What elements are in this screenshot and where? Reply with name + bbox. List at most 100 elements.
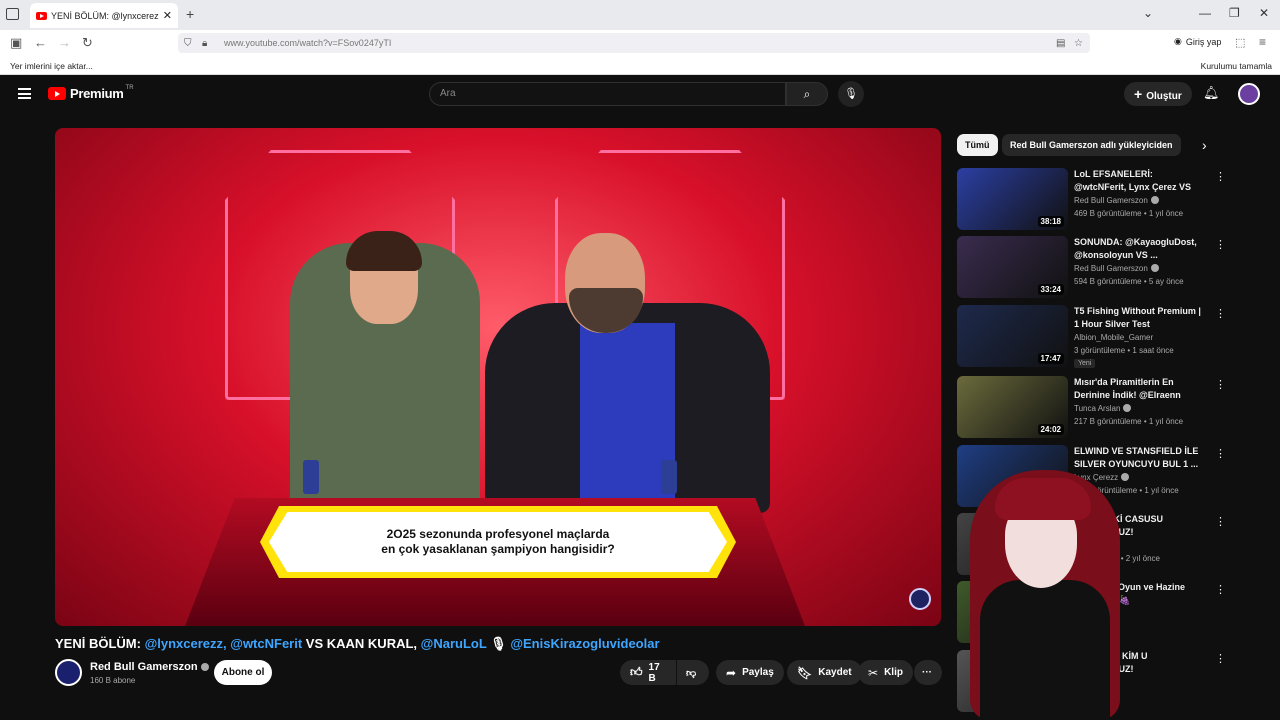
address-bar[interactable]: ⛉ 🔒︎ www.youtube.com/watch?v=FSov0247yTI… <box>178 33 1090 53</box>
recommendation-item[interactable]: 38:18 LoL EFSANELERİ: @wtcNFerit, Lynx Çe… <box>957 168 1226 232</box>
recommendation-title[interactable]: Mısır'da Piramitlerin En Derinine İndik!… <box>1074 376 1206 402</box>
recommendation-channel[interactable]: Red Bull Gamerszon <box>1074 264 1159 273</box>
recommendation-channel-name: Tunca Arslan <box>1074 404 1121 413</box>
more-vert-icon[interactable]: ⋮ <box>1215 652 1226 665</box>
create-button[interactable]: + Oluştur <box>1124 82 1192 106</box>
recommendation-title[interactable]: LoL EFSANELERİ: @wtcNFerit, Lynx Çerez V… <box>1074 168 1206 194</box>
question-line-1: 2O25 sezonunda profesyonel maçlarda <box>386 527 610 541</box>
recommendation-thumbnail[interactable]: 33:24 <box>957 236 1068 298</box>
youtube-favicon-icon <box>36 11 47 20</box>
more-vert-icon[interactable]: ⋮ <box>1215 170 1226 183</box>
bookmark-star-icon[interactable]: ☆ <box>1074 38 1083 49</box>
thumbs-up-icon: 👍︎ <box>630 665 643 679</box>
forward-button[interactable]: → <box>58 35 71 50</box>
verified-icon <box>1150 264 1159 272</box>
youtube-play-icon <box>48 87 66 100</box>
voice-search-button[interactable]: 🎙︎ <box>838 81 864 107</box>
reload-button[interactable]: ↻ <box>82 35 93 51</box>
recommendation-channel[interactable]: Red Bull Gamerszon <box>1074 196 1159 205</box>
install-complete-link[interactable]: Kurulumu tamamla <box>1201 61 1272 71</box>
recommendation-channel[interactable]: Albion_Mobile_Gamer <box>1074 333 1153 342</box>
extensions-icon[interactable]: ⬚ <box>1235 36 1245 49</box>
recommendation-thumbnail[interactable]: 24:02 <box>957 376 1068 438</box>
subscribe-button[interactable]: Abone ol <box>214 660 272 685</box>
subscriber-count: 160 B abone <box>90 676 136 685</box>
bookmark-icon: 🔖︎ <box>797 665 813 680</box>
reader-view-icon[interactable]: ▤ <box>1056 38 1065 49</box>
recommendation-thumbnail[interactable]: 17:47 <box>957 305 1068 367</box>
search-input[interactable]: Ara <box>429 82 786 106</box>
search-button[interactable]: ⌕ <box>786 82 828 106</box>
recommendation-item[interactable]: 24:02 Mısır'da Piramitlerin En Derinine İ… <box>957 376 1226 440</box>
scissors-icon: ✂ <box>868 665 879 680</box>
sidebar-icon[interactable]: ▣ <box>10 35 22 51</box>
channel-watermark[interactable] <box>909 588 931 610</box>
vtuber-bangs <box>995 478 1091 520</box>
video-player[interactable]: 2O25 sezonunda profesyonel maçlarda en ço… <box>55 128 941 626</box>
create-label: Oluştur <box>1146 91 1182 102</box>
chevron-right-icon[interactable]: › <box>1202 137 1207 153</box>
dislike-button[interactable]: 👎︎ <box>677 660 709 685</box>
browser-tab[interactable]: YENİ BÖLÜM: @lynxcerezz, @w ✕ <box>30 3 178 28</box>
channel-avatar[interactable] <box>55 659 82 686</box>
lock-icon[interactable]: 🔒︎ <box>202 38 207 49</box>
signin-button[interactable]: ◉ Giriş yap <box>1174 36 1221 47</box>
title-mention-eniskirazoglu[interactable]: @EnisKirazogluvideolar <box>510 636 659 651</box>
menu-icon[interactable]: ≡ <box>1259 35 1266 49</box>
vtuber-overlay <box>950 460 1145 720</box>
title-mention-narulol[interactable]: @NaruLoL <box>421 636 487 651</box>
recommendation-channel-name: Red Bull Gamerszon <box>1074 196 1148 205</box>
back-button[interactable]: ← <box>34 35 47 50</box>
duration-badge: 24:02 <box>1037 424 1064 435</box>
more-vert-icon[interactable]: ⋮ <box>1215 447 1226 460</box>
clip-button[interactable]: ✂ Klip <box>858 660 913 685</box>
more-vert-icon[interactable]: ⋮ <box>1215 238 1226 251</box>
list-tabs-icon[interactable] <box>6 8 19 20</box>
video-title: YENİ BÖLÜM: @lynxcerezz, @wtcNFerit VS K… <box>55 636 660 652</box>
save-button[interactable]: 🔖︎ Kaydet <box>787 660 862 685</box>
new-badge: Yeni <box>1074 359 1096 368</box>
more-actions-button[interactable]: ··· <box>914 660 942 685</box>
maximize-button[interactable]: ❐ <box>1229 6 1240 20</box>
close-window-button[interactable]: ✕ <box>1259 6 1269 20</box>
verified-icon <box>200 663 209 671</box>
recommendation-title[interactable]: T5 Fishing Without Premium | 1 Hour Silv… <box>1074 305 1206 331</box>
question-text: 2O25 sezonunda profesyonel maçlarda en ço… <box>269 512 727 572</box>
notifications-bell-icon[interactable]: 🔔︎ <box>1203 85 1220 101</box>
recommendation-channel[interactable]: Tunca Arslan <box>1074 404 1132 413</box>
close-tab-icon[interactable]: ✕ <box>163 9 172 22</box>
more-vert-icon[interactable]: ⋮ <box>1215 307 1226 320</box>
more-vert-icon[interactable]: ⋮ <box>1215 515 1226 528</box>
url-text: www.youtube.com/watch?v=FSov0247yTI <box>224 38 392 48</box>
shield-icon[interactable]: ⛉ <box>184 38 192 49</box>
new-tab-button[interactable]: + <box>186 6 194 22</box>
title-mention-wtcnferit[interactable]: @wtcNFerit <box>230 636 302 651</box>
browser-tab-strip: YENİ BÖLÜM: @lynxcerezz, @w ✕ + ⌄ — ❐ ✕ <box>0 0 1280 30</box>
recommendation-item[interactable]: 33:24 SONUNDA: @KayaogluDost, @konsoloyun… <box>957 236 1226 300</box>
recommendation-title[interactable]: SONUNDA: @KayaogluDost, @konsoloyun VS .… <box>1074 236 1206 262</box>
like-button[interactable]: 👍︎ 17 B <box>620 660 676 685</box>
chip-all[interactable]: Tümü <box>957 134 998 156</box>
search-icon: ⌕ <box>803 87 811 101</box>
chip-uploader[interactable]: Red Bull Gamerszon adlı yükleyiciden <box>1002 134 1181 156</box>
guide-menu-icon[interactable] <box>18 88 31 99</box>
minimize-button[interactable]: — <box>1199 6 1211 20</box>
recommendation-item[interactable]: 17:47 T5 Fishing Without Premium | 1 Hour… <box>957 305 1226 369</box>
import-bookmarks-link[interactable]: Yer imlerini içe aktar... <box>10 61 93 71</box>
more-vert-icon[interactable]: ⋮ <box>1215 378 1226 391</box>
browser-navbar: ▣ ← → ↻ ⛉ 🔒︎ www.youtube.com/watch?v=FSo… <box>0 30 1280 56</box>
tab-overflow-icon[interactable]: ⌄ <box>1143 6 1153 20</box>
recommendation-channel-name: Albion_Mobile_Gamer <box>1074 333 1154 342</box>
recommendation-channel-name: Red Bull Gamerszon <box>1074 264 1148 273</box>
account-avatar[interactable] <box>1238 83 1260 105</box>
bookmarks-bar: Yer imlerini içe aktar... Kurulumu tamam… <box>0 56 1280 75</box>
youtube-logo[interactable]: Premium TR <box>48 85 134 101</box>
channel-name[interactable]: Red Bull Gamerszon <box>90 661 209 673</box>
duration-badge: 17:47 <box>1037 353 1064 364</box>
recommendation-meta: 594 B görüntüleme • 5 ay önce <box>1074 277 1184 286</box>
share-button[interactable]: ➦ Paylaş <box>716 660 784 685</box>
title-mention-lynxcerezz[interactable]: @lynxcerezz, <box>145 636 227 651</box>
recommendation-thumbnail[interactable]: 38:18 <box>957 168 1068 230</box>
recommendation-meta: 3 görüntüleme • 1 saat önce <box>1074 346 1174 355</box>
more-vert-icon[interactable]: ⋮ <box>1215 583 1226 596</box>
